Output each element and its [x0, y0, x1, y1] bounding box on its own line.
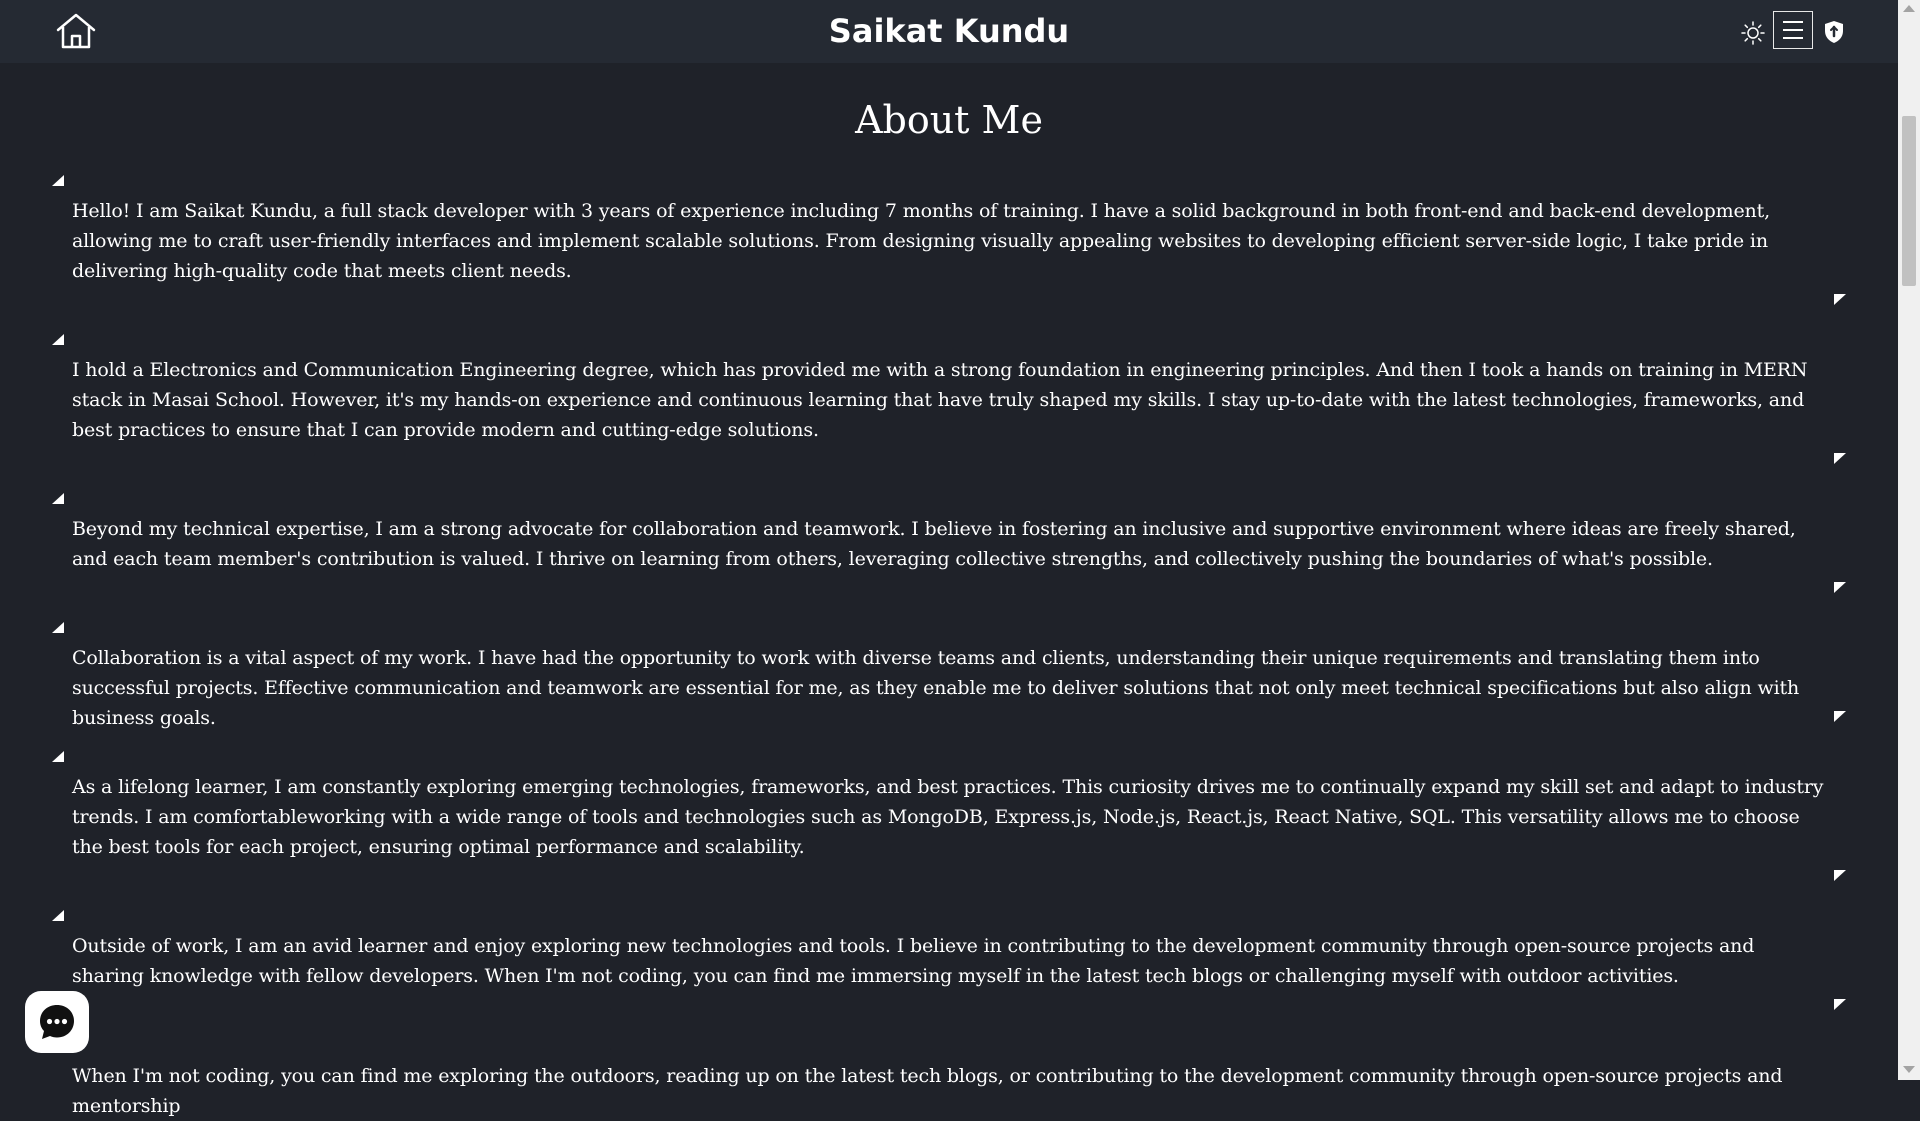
- shield-button[interactable]: [1823, 19, 1845, 45]
- home-button[interactable]: [54, 11, 98, 51]
- theme-toggle-button[interactable]: [1740, 20, 1766, 46]
- quote-close-icon: [1834, 294, 1846, 305]
- quote-close-icon: [1834, 453, 1846, 464]
- about-paragraph-6: Outside of work, I am an avid learner an…: [72, 935, 1755, 987]
- quote-open-icon: [52, 175, 64, 186]
- shield-icon: [1825, 21, 1843, 43]
- home-icon: [56, 13, 96, 49]
- chat-button[interactable]: [25, 991, 89, 1053]
- page-title: About Me: [855, 98, 1043, 142]
- quote-open-icon: [52, 334, 64, 345]
- quote-close-icon: [1834, 582, 1846, 593]
- scroll-up-arrow-icon[interactable]: [1903, 5, 1915, 12]
- about-paragraph-7: When I'm not coding, you can find me exp…: [72, 1065, 1783, 1117]
- top-navbar: Saikat Kundu: [0, 0, 1898, 63]
- scrollbar-thumb[interactable]: [1902, 116, 1916, 286]
- about-paragraph-2: I hold a Electronics and Communication E…: [72, 359, 1808, 441]
- quote-open-icon: [52, 751, 64, 762]
- brand-title: Saikat Kundu: [828, 12, 1070, 50]
- quote-close-icon: [1834, 711, 1846, 722]
- quote-open-icon: [52, 910, 64, 921]
- hamburger-menu-button[interactable]: [1773, 11, 1813, 49]
- about-paragraph-3: Beyond my technical expertise, I am a st…: [72, 518, 1796, 570]
- sun-icon: [1741, 21, 1765, 45]
- about-paragraph-4: Collaboration is a vital aspect of my wo…: [72, 647, 1800, 729]
- quote-open-icon: [52, 622, 64, 633]
- quote-open-icon: [52, 493, 64, 504]
- quote-close-icon: [1834, 999, 1846, 1010]
- chat-bubble-icon: [40, 1005, 74, 1039]
- scroll-down-arrow-icon[interactable]: [1903, 1066, 1915, 1073]
- quote-close-icon: [1834, 870, 1846, 881]
- about-paragraph-5: As a lifelong learner, I am constantly e…: [72, 776, 1824, 858]
- about-paragraph-1: Hello! I am Saikat Kundu, a full stack d…: [72, 200, 1770, 282]
- hamburger-menu-icon: [1783, 21, 1803, 23]
